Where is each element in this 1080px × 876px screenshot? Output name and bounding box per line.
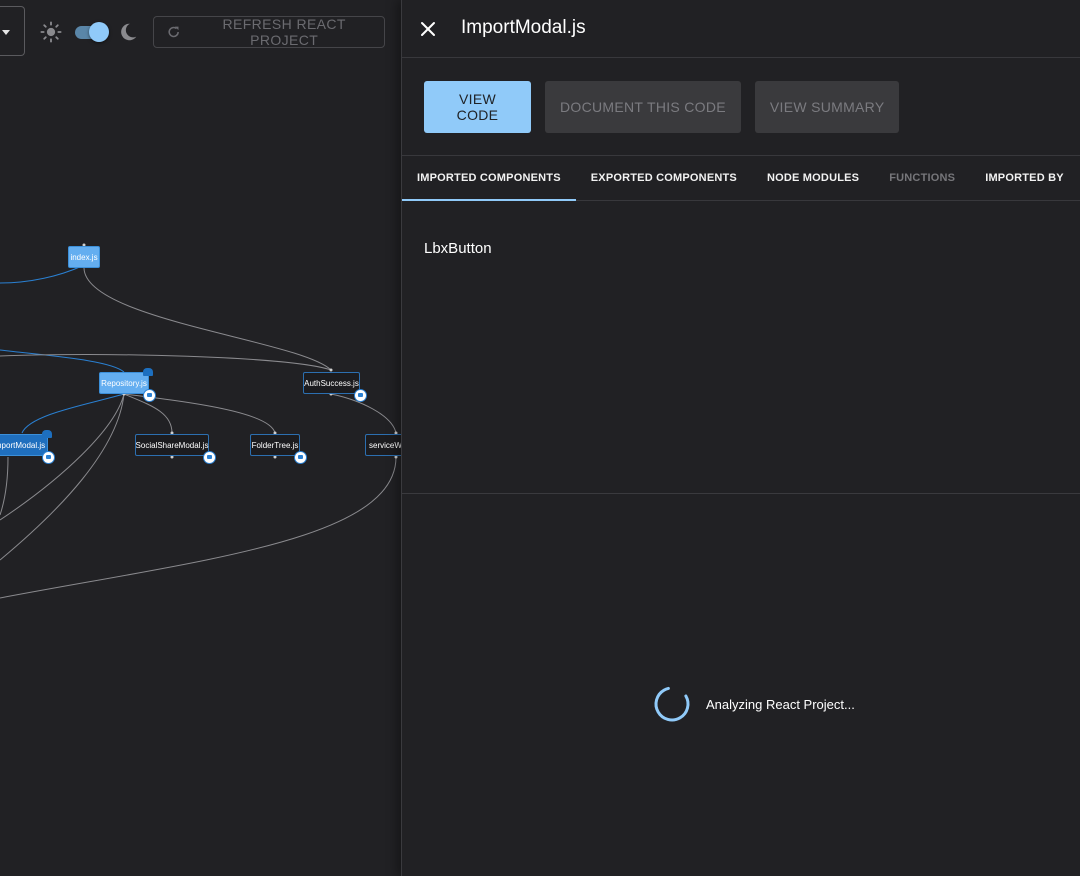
graph-edge: [0, 393, 125, 521]
graph-node-label: index.js: [70, 252, 98, 262]
toggle-thumb: [89, 22, 109, 42]
document-code-button[interactable]: DOCUMENT THIS CODE: [545, 81, 741, 133]
spinner-icon: [654, 686, 690, 722]
graph-node-foldertree[interactable]: FolderTree.js: [250, 434, 307, 464]
node-flag-icon: [143, 368, 153, 376]
project-select-dropdown[interactable]: [0, 6, 25, 56]
action-buttons: VIEW CODE DOCUMENT THIS CODE VIEW SUMMAR…: [424, 81, 900, 133]
component-tabs: IMPORTED COMPONENTS EXPORTED COMPONENTS …: [402, 155, 1080, 201]
file-details-drawer: ImportModal.js VIEW CODE DOCUMENT THIS C…: [401, 0, 1080, 876]
graph-node-repository[interactable]: Repository.js: [99, 368, 156, 402]
file-badge-icon: [203, 451, 216, 464]
tab-functions: FUNCTIONS: [889, 172, 956, 184]
loading-text: Analyzing React Project...: [706, 696, 855, 712]
graph-edge: [0, 349, 125, 373]
graph-edge: [0, 456, 397, 599]
tab-imported-components[interactable]: IMPORTED COMPONENTS: [402, 156, 576, 201]
graph-node-importmodal[interactable]: mportModal.js: [0, 430, 55, 464]
file-badge-icon: [42, 451, 55, 464]
theme-toggle-switch[interactable]: [73, 22, 109, 42]
close-icon[interactable]: [416, 17, 440, 41]
graph-edge: [0, 393, 125, 561]
app-root: index.js Repository.js AuthSuccess.js mp…: [0, 0, 1080, 876]
graph-node-label: FolderTree.js: [251, 440, 299, 450]
refresh-project-button[interactable]: REFRESH REACT PROJECT: [153, 16, 385, 48]
graph-node-label: AuthSuccess.js: [304, 378, 359, 388]
chevron-down-icon: [2, 30, 10, 35]
graph-node-label: Repository.js: [101, 378, 147, 388]
view-summary-button[interactable]: VIEW SUMMARY: [754, 81, 900, 133]
file-badge-icon: [143, 389, 156, 402]
graph-node-serviceworker[interactable]: serviceW: [365, 434, 401, 456]
refresh-icon: [168, 26, 179, 38]
tab-imported-by[interactable]: IMPORTED BY: [970, 156, 1079, 200]
file-badge-icon: [294, 451, 307, 464]
file-badge-icon: [354, 389, 367, 402]
loading-indicator: Analyzing React Project...: [652, 684, 855, 724]
graph-node-index[interactable]: index.js: [68, 246, 100, 268]
graph-edge: [0, 456, 9, 516]
graph-node-socialsharemodal[interactable]: SocialShareModal.js: [135, 434, 216, 464]
graph-edge: [21, 393, 125, 434]
node-flag-icon: [42, 430, 52, 438]
section-divider: [402, 493, 1080, 494]
refresh-button-label: REFRESH REACT PROJECT: [222, 16, 346, 48]
list-item: LbxButton: [424, 240, 492, 257]
sun-icon: [40, 21, 62, 43]
drawer-title: ImportModal.js: [461, 17, 586, 38]
dependency-graph-canvas[interactable]: index.js Repository.js AuthSuccess.js mp…: [0, 0, 401, 876]
graph-node-label: mportModal.js: [0, 440, 46, 450]
tab-node-modules[interactable]: NODE MODULES: [752, 156, 874, 200]
graph-node-label: SocialShareModal.js: [135, 440, 209, 450]
tab-exported-components[interactable]: EXPORTED COMPONENTS: [576, 156, 752, 200]
graph-node-authsuccess[interactable]: AuthSuccess.js: [303, 372, 367, 402]
graph-node-label: serviceW: [369, 440, 401, 450]
view-code-button[interactable]: VIEW CODE: [424, 81, 531, 133]
graph-edge: [0, 354, 332, 371]
drawer-header: ImportModal.js: [402, 0, 1080, 58]
graph-edge: [0, 265, 83, 284]
moon-icon: [121, 23, 137, 41]
